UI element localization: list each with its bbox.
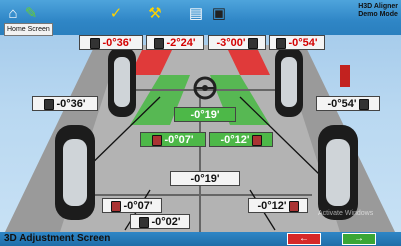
camber-icon — [90, 37, 101, 49]
readout-value: -3°00' — [216, 37, 246, 49]
front-left-caster-readout: -2°24' — [146, 35, 204, 50]
toe-icon — [288, 200, 299, 212]
brand-label: H3D Aligner Demo Mode — [358, 3, 398, 19]
rear-left-wheel — [55, 125, 95, 220]
readout-value: -0°07' — [164, 134, 194, 146]
readout-value: -0°02' — [151, 216, 181, 228]
rear-right-wheel — [318, 125, 358, 220]
readout-value: -2°24' — [166, 37, 196, 49]
brand-title: H3D Aligner — [358, 3, 398, 10]
arrow-left-icon: ← — [299, 233, 309, 244]
thrust-angle-readout: -0°02' — [130, 214, 190, 229]
sai-icon — [358, 98, 369, 110]
checkmark-icon[interactable]: ✓ — [106, 4, 126, 24]
adjustment-screen: ⌂ ✎ ✓ ⚒ ▤ ▣ Home Screen H3D Aligner Demo… — [0, 0, 401, 246]
brand-mode: Demo Mode — [358, 11, 398, 18]
jack-icon — [340, 65, 350, 87]
left-sai-readout: -0°36' — [32, 96, 98, 111]
front-total-toe-readout: -0°19' — [174, 107, 236, 122]
toe-icon — [111, 200, 122, 212]
sai-icon — [44, 98, 55, 110]
readout-value: -0°19' — [190, 109, 220, 121]
vehicle-specs-icon[interactable]: ✎ — [21, 4, 41, 24]
back-button[interactable]: ← — [287, 233, 321, 245]
watermark: Activate Windows — [318, 210, 374, 217]
home-icon[interactable]: ⌂ — [3, 4, 23, 24]
caster-icon — [154, 37, 165, 49]
next-button[interactable]: → — [342, 233, 376, 245]
front-right-caster-readout: -3°00' — [208, 35, 266, 50]
front-right-wheel — [275, 47, 303, 117]
front-right-toe-readout: -0°12' — [209, 132, 273, 147]
camera-icon[interactable]: ▣ — [209, 4, 229, 24]
toe-icon — [152, 134, 163, 146]
rear-right-toe-readout: -0°12' — [248, 198, 308, 213]
front-left-wheel — [108, 47, 136, 117]
toe-icon — [251, 134, 262, 146]
thrust-icon — [139, 216, 150, 228]
report-icon[interactable]: ▤ — [186, 4, 206, 24]
rear-left-toe-readout: -0°07' — [102, 198, 162, 213]
readout-value: -0°54' — [288, 37, 318, 49]
camber-icon — [276, 37, 287, 49]
arrow-right-icon: → — [354, 233, 364, 244]
caster-icon — [247, 37, 258, 49]
right-sai-readout: -0°54' — [316, 96, 380, 111]
readout-value: -0°36' — [102, 37, 132, 49]
screen-title: 3D Adjustment Screen — [4, 233, 111, 244]
tools-icon[interactable]: ⚒ — [145, 4, 165, 24]
top-toolbar: ⌂ ✎ ✓ ⚒ ▤ ▣ Home Screen H3D Aligner Demo… — [0, 0, 401, 36]
front-left-toe-readout: -0°07' — [140, 132, 206, 147]
rear-total-toe-readout: -0°19' — [170, 171, 240, 186]
readout-value: -0°54' — [327, 98, 357, 110]
readout-value: -0°07' — [123, 200, 153, 212]
readout-value: -0°19' — [190, 173, 220, 185]
readout-value: -0°36' — [56, 98, 86, 110]
front-right-camber-readout: -0°54' — [269, 35, 325, 50]
readout-value: -0°12' — [257, 200, 287, 212]
front-left-camber-readout: -0°36' — [79, 35, 143, 50]
readout-value: -0°12' — [220, 134, 250, 146]
